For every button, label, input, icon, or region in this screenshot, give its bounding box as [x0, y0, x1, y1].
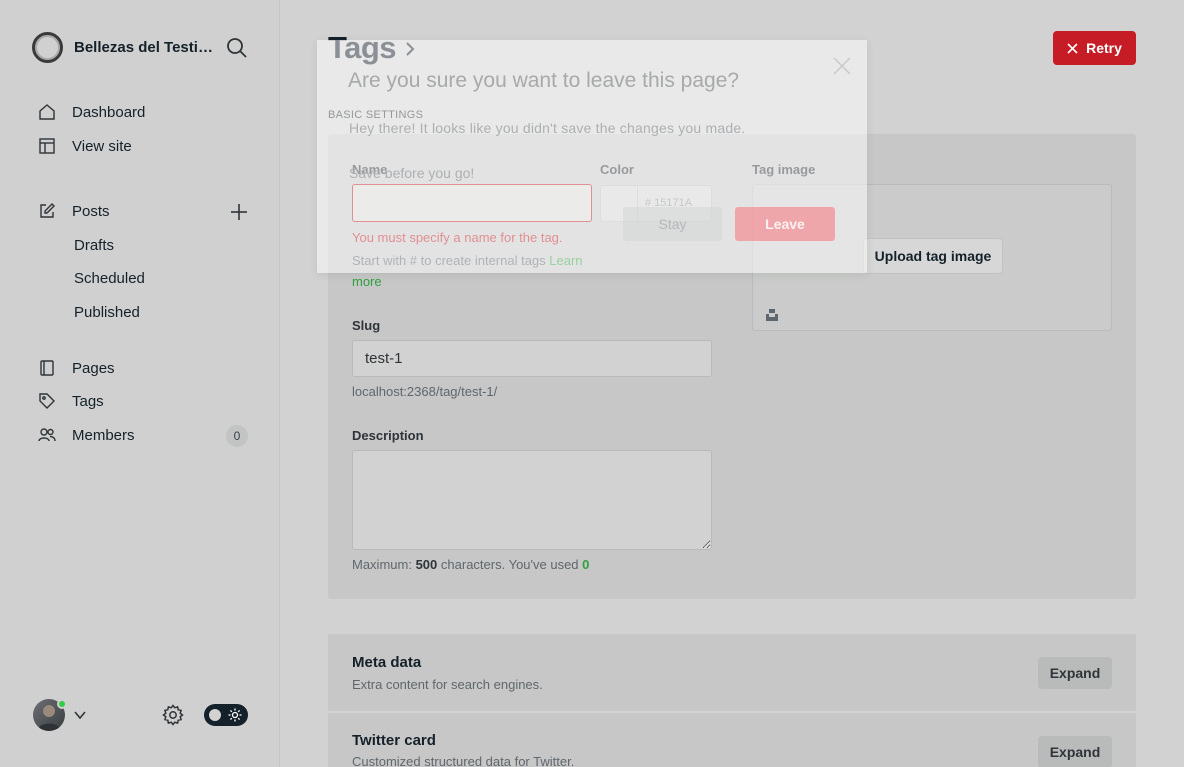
slug-url: localhost:2368/tag/test-1/	[352, 384, 498, 399]
modal-message: Hey there! It looks like you didn't save…	[349, 120, 746, 136]
members-icon	[38, 428, 56, 442]
members-count-badge: 0	[226, 425, 248, 447]
sidebar-item-label: Dashboard	[72, 103, 146, 121]
toggle-knob	[207, 707, 223, 723]
description-textarea[interactable]	[352, 450, 712, 550]
layout-icon	[39, 138, 55, 154]
sidebar-item-members[interactable]: Members	[38, 426, 135, 444]
edit-icon	[40, 203, 55, 218]
close-icon[interactable]	[832, 56, 852, 76]
site-brand[interactable]: Bellezas del Testing	[32, 32, 214, 63]
meta-data-section: Meta data Extra content for search engin…	[328, 634, 1136, 711]
sidebar-item-label: Posts	[72, 202, 110, 220]
expand-button[interactable]: Expand	[1038, 657, 1112, 689]
learn-more-text[interactable]: more	[352, 274, 382, 289]
counter-prefix: Maximum:	[352, 557, 412, 572]
logo-icon	[32, 32, 63, 63]
section-subtitle: Extra content for search engines.	[352, 677, 543, 692]
sidebar-item-label: Pages	[72, 359, 115, 377]
slug-label: Slug	[352, 318, 381, 333]
character-counter: Maximum: 500 characters. You've used 0	[352, 557, 589, 572]
theme-toggle[interactable]	[204, 704, 248, 726]
sidebar: Bellezas del Testing Dashboard View site…	[0, 0, 280, 767]
site-name: Bellezas del Testing	[74, 39, 214, 56]
leave-confirmation-modal: Are you sure you want to leave this page…	[317, 40, 867, 273]
section-title: Meta data	[352, 654, 422, 671]
modal-title: Are you sure you want to leave this page…	[348, 69, 740, 92]
slug-input[interactable]	[352, 340, 712, 377]
counter-max: 500	[415, 557, 438, 572]
retry-label: Retry	[1086, 40, 1122, 56]
sun-icon	[228, 708, 242, 722]
expand-button[interactable]: Expand	[1038, 736, 1112, 767]
counter-mid: characters. You've used	[440, 557, 579, 572]
search-icon[interactable]	[226, 37, 248, 59]
counter-used: 0	[582, 557, 590, 572]
sidebar-item-drafts[interactable]: Drafts	[74, 237, 114, 254]
sidebar-item-label: Members	[72, 426, 135, 444]
retry-button[interactable]: Retry	[1053, 31, 1136, 65]
home-icon	[39, 104, 55, 120]
sidebar-item-label: Tags	[72, 392, 104, 410]
stay-button[interactable]: Stay	[623, 207, 722, 241]
twitter-card-section: Twitter card Customized structured data …	[328, 712, 1136, 767]
sidebar-item-posts[interactable]: Posts	[38, 202, 110, 220]
section-subtitle: Customized structured data for Twitter.	[352, 754, 575, 767]
sidebar-item-scheduled[interactable]: Scheduled	[74, 270, 145, 287]
gear-icon[interactable]	[162, 704, 184, 726]
upload-tag-image-button[interactable]: Upload tag image	[863, 238, 1003, 274]
online-status-dot	[57, 699, 67, 709]
sidebar-item-tags[interactable]: Tags	[38, 392, 104, 410]
chevron-down-icon[interactable]	[73, 708, 87, 722]
tag-icon	[39, 393, 55, 409]
plus-icon[interactable]	[229, 202, 249, 222]
sidebar-item-dashboard[interactable]: Dashboard	[38, 103, 145, 121]
sidebar-item-view-site[interactable]: View site	[38, 137, 132, 155]
leave-button[interactable]: Leave	[735, 207, 835, 241]
description-label: Description	[352, 428, 424, 443]
modal-message-2: Save before you go!	[349, 165, 475, 181]
unsplash-icon[interactable]	[765, 308, 779, 322]
sidebar-item-pages[interactable]: Pages	[38, 359, 115, 377]
section-title: Twitter card	[352, 732, 436, 749]
page-icon	[40, 360, 54, 376]
close-icon	[1067, 42, 1078, 54]
sidebar-item-label: View site	[72, 137, 132, 155]
learn-more-link[interactable]: more	[352, 274, 382, 289]
sidebar-item-published[interactable]: Published	[74, 304, 140, 321]
